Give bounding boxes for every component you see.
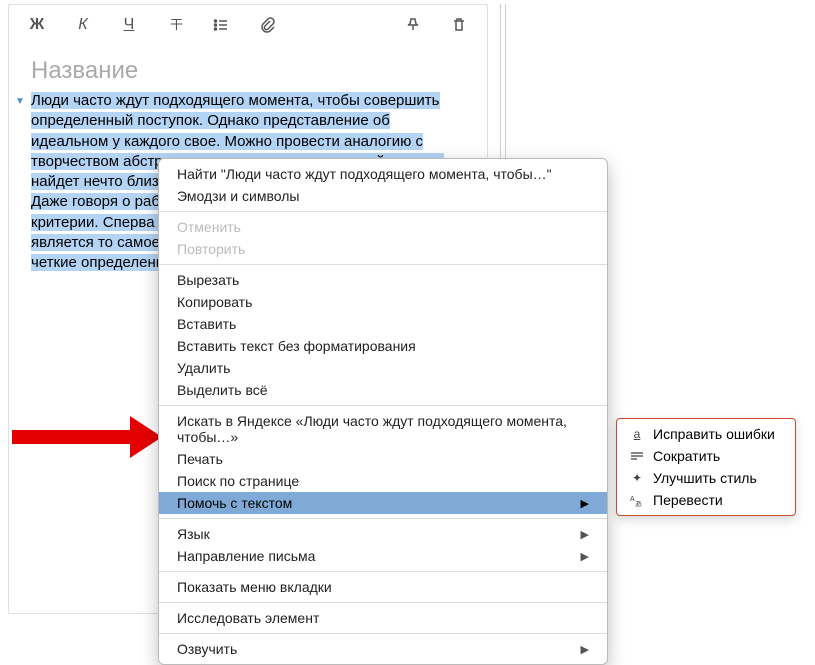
menu-separator [159,211,607,212]
submenu-arrow-icon: ▶ [581,643,589,656]
menu-language[interactable]: Язык ▶ [159,523,607,545]
menu-copy[interactable]: Копировать [159,291,607,313]
menu-separator [159,264,607,265]
submenu-shorten[interactable]: Сократить [617,445,795,467]
menu-print[interactable]: Печать [159,448,607,470]
title-placeholder: Название [31,57,138,84]
italic-button[interactable]: К [73,15,93,35]
fix-errors-icon: а [629,426,645,442]
menu-separator [159,633,607,634]
underline-button[interactable]: Ч [119,15,139,35]
menu-cut[interactable]: Вырезать [159,269,607,291]
menu-separator [159,571,607,572]
submenu-arrow-icon: ▶ [581,497,589,510]
menu-emoji[interactable]: Эмодзи и символы [159,185,607,207]
trash-button[interactable] [449,15,469,35]
menu-select-all[interactable]: Выделить всё [159,379,607,401]
strikethrough-button[interactable]: 干 [165,15,185,35]
pin-button[interactable] [403,15,423,35]
red-arrow-annotation [12,416,162,458]
menu-separator [159,405,607,406]
menu-separator [159,602,607,603]
menu-inspect[interactable]: Исследовать элемент [159,607,607,629]
title-area[interactable]: Название [9,45,487,91]
menu-separator [159,518,607,519]
menu-delete[interactable]: Удалить [159,357,607,379]
submenu-improve-style[interactable]: ✦ Улучшить стиль [617,467,795,489]
menu-find[interactable]: Найти "Люди часто ждут подходящего момен… [159,163,607,185]
submenu-arrow-icon: ▶ [581,528,589,541]
menu-show-tab-menu[interactable]: Показать меню вкладки [159,576,607,598]
list-button[interactable] [211,15,231,35]
attachment-button[interactable] [257,15,277,35]
context-menu: Найти "Люди часто ждут подходящего момен… [158,158,608,665]
submenu-arrow-icon: ▶ [581,550,589,563]
toolbar: Ж К Ч 干 [9,5,487,45]
svg-text:干: 干 [170,17,183,32]
menu-paste-plain[interactable]: Вставить текст без форматирования [159,335,607,357]
submenu-translate[interactable]: Аあ Перевести [617,489,795,511]
translate-icon: Аあ [629,492,645,508]
help-with-text-submenu: а Исправить ошибки Сократить ✦ Улучшить … [616,418,796,516]
submenu-fix-errors[interactable]: а Исправить ошибки [617,423,795,445]
menu-find-on-page[interactable]: Поиск по странице [159,470,607,492]
menu-help-with-text[interactable]: Помочь с текстом ▶ [159,492,607,514]
menu-undo: Отменить [159,216,607,238]
svg-text:あ: あ [635,500,642,507]
menu-paste[interactable]: Вставить [159,313,607,335]
collapse-marker-icon[interactable]: ▼ [15,95,25,109]
menu-writing-direction[interactable]: Направление письма ▶ [159,545,607,567]
menu-search-yandex[interactable]: Искать в Яндексе «Люди часто ждут подход… [159,410,607,448]
improve-style-icon: ✦ [629,470,645,486]
shorten-icon [629,448,645,464]
menu-redo: Повторить [159,238,607,260]
menu-speak[interactable]: Озвучить ▶ [159,638,607,660]
bold-button[interactable]: Ж [27,15,47,35]
